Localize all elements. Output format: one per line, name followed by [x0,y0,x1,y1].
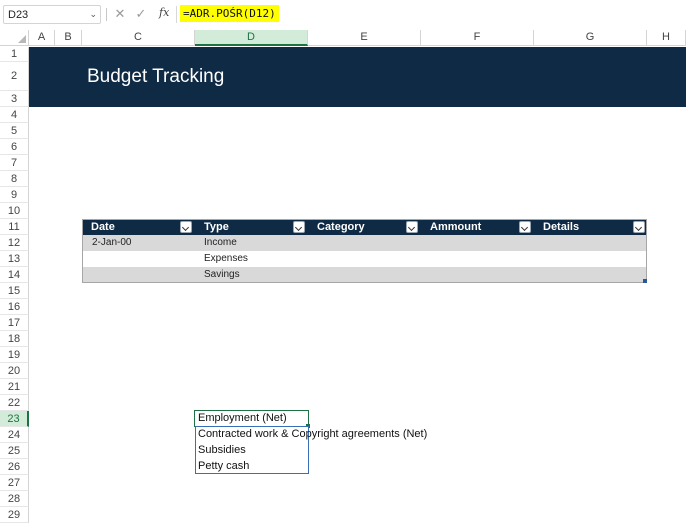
fx-icon[interactable]: fx [159,6,169,19]
row-header-28[interactable]: 28 [0,491,29,507]
dropdown-item-subsidies[interactable]: Subsidies [198,444,246,456]
cell-type[interactable]: Savings [204,267,240,283]
filter-dropdown-icon[interactable] [293,221,305,233]
select-all-corner[interactable] [0,30,29,46]
table-header-row: Date Type Category Ammount Details [82,219,647,235]
row-header-2[interactable]: 2 [0,62,29,91]
column-header-c[interactable]: C [82,30,195,46]
header-label-type: Type [204,221,229,233]
row-header-19[interactable]: 19 [0,347,29,363]
table-header-date[interactable]: Date [82,219,195,235]
name-box[interactable]: D23 ⌄ [3,5,101,24]
table-header-ammount[interactable]: Ammount [421,219,534,235]
table-header-type[interactable]: Type [195,219,308,235]
row-header-14[interactable]: 14 [0,267,29,283]
row-header-11[interactable]: 11 [0,219,29,235]
column-header-b[interactable]: B [55,30,82,46]
row-header-18[interactable]: 18 [0,331,29,347]
filter-dropdown-icon[interactable] [633,221,645,233]
column-header-a[interactable]: A [29,30,55,46]
row-header-5[interactable]: 5 [0,123,29,139]
column-header-g[interactable]: G [534,30,647,46]
header-label-ammount: Ammount [430,221,482,233]
row-header-27[interactable]: 27 [0,475,29,491]
row-header-17[interactable]: 17 [0,315,29,331]
row-header-10[interactable]: 10 [0,203,29,219]
row-header-9[interactable]: 9 [0,187,29,203]
dropdown-item-contracted-work[interactable]: Contracted work & Copyright agreements (… [198,428,427,440]
column-header-h[interactable]: H [647,30,686,46]
row-header-13[interactable]: 13 [0,251,29,267]
row-header-29[interactable]: 29 [0,507,29,523]
row-header-3[interactable]: 3 [0,91,29,107]
x-icon[interactable]: ✕ [113,6,127,22]
dropdown-item-employment[interactable]: Employment (Net) [198,412,287,424]
budget-table: Date Type Category Ammount Details 2-Jan… [82,219,647,283]
row-header-15[interactable]: 15 [0,283,29,299]
header-label-category: Category [317,221,365,233]
formula-bar: D23 ⌄ ✕ ✓ fx =ADR.POŚR(D12) [0,0,686,29]
filter-dropdown-icon[interactable] [519,221,531,233]
row-header-21[interactable]: 21 [0,379,29,395]
table-row[interactable]: Expenses [82,251,647,267]
column-header-f[interactable]: F [421,30,534,46]
check-icon[interactable]: ✓ [134,6,148,22]
select-all-icon [18,35,26,43]
row-header-4[interactable]: 4 [0,107,29,123]
table-row[interactable]: Savings [82,267,647,283]
page-title[interactable]: Budget Tracking [87,66,224,88]
cell-type[interactable]: Expenses [204,251,248,267]
formula-input[interactable]: =ADR.POŚR(D12) [180,5,279,22]
row-header-7[interactable]: 7 [0,155,29,171]
column-header-e[interactable]: E [308,30,421,46]
filter-dropdown-icon[interactable] [406,221,418,233]
name-box-value: D23 [8,9,29,21]
table-resize-handle[interactable] [643,279,647,283]
row-header-24[interactable]: 24 [0,427,29,443]
row-header-25[interactable]: 25 [0,443,29,459]
row-header-6[interactable]: 6 [0,139,29,155]
row-header-22[interactable]: 22 [0,395,29,411]
formula-bar-separator-2 [176,6,177,23]
row-header-8[interactable]: 8 [0,171,29,187]
chevron-down-icon[interactable]: ⌄ [89,9,97,20]
row-header-23[interactable]: 23 [0,411,29,427]
column-header-d[interactable]: D [195,30,308,46]
table-header-details[interactable]: Details [534,219,647,235]
filter-dropdown-icon[interactable] [180,221,192,233]
header-label-details: Details [543,221,580,233]
dropdown-item-petty-cash[interactable]: Petty cash [198,460,249,472]
row-header-20[interactable]: 20 [0,363,29,379]
cell-type[interactable]: Income [204,235,237,251]
formula-bar-separator [106,8,107,21]
row-header-26[interactable]: 26 [0,459,29,475]
row-header-16[interactable]: 16 [0,299,29,315]
row-header-12[interactable]: 12 [0,235,29,251]
table-header-category[interactable]: Category [308,219,421,235]
cell-date[interactable]: 2-Jan-00 [92,235,131,251]
table-row[interactable]: 2-Jan-00 Income [82,235,647,251]
row-header-1[interactable]: 1 [0,47,29,62]
header-label-date: Date [91,221,115,233]
